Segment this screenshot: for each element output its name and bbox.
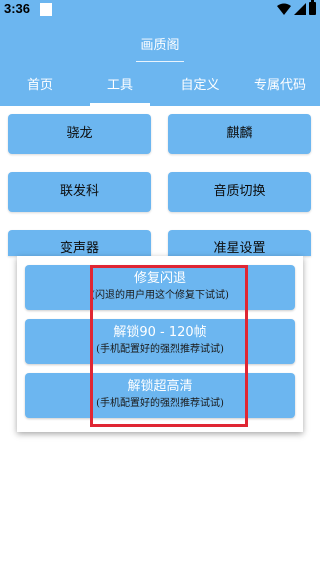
mediatek-button[interactable]: 联发科 xyxy=(8,172,151,212)
unlock-ultra-hd-title: 解锁超高清 xyxy=(127,379,193,394)
status-time: 3:36 xyxy=(4,1,31,16)
app-header: 画质阁 首页 工具 自定义 专属代码 xyxy=(0,20,320,106)
battery-icon xyxy=(309,0,316,15)
tab-exclusive-code[interactable]: 专属代码 xyxy=(240,66,320,106)
status-bar: 3:36 xyxy=(0,0,320,20)
kirin-button[interactable]: 麒麟 xyxy=(168,114,311,154)
fix-crash-title: 修复闪退 xyxy=(133,271,186,286)
voice-changer-button[interactable]: 变声器 xyxy=(8,230,151,256)
tab-home[interactable]: 首页 xyxy=(0,66,80,106)
wifi-icon xyxy=(277,3,291,15)
action-dialog: 修复闪退 (闪退的用户用这个修复下试试) 解锁90 - 120帧 (手机配置好的… xyxy=(17,256,303,432)
signal-icon xyxy=(294,2,306,15)
tab-bar: 首页 工具 自定义 专属代码 xyxy=(0,66,320,106)
app-title: 画质阁 xyxy=(140,38,180,53)
fix-crash-button[interactable]: 修复闪退 (闪退的用户用这个修复下试试) xyxy=(25,265,295,310)
tools-content: 骁龙 麒麟 联发科 音质切换 变声器 准星设置 修复闪退 (闪退的用户用这个修复… xyxy=(0,106,320,568)
unlock-ultra-hd-button[interactable]: 解锁超高清 (手机配置好的强烈推荐试试) xyxy=(25,373,295,418)
title-underline xyxy=(136,61,184,62)
unlock-fps-button[interactable]: 解锁90 - 120帧 (手机配置好的强烈推荐试试) xyxy=(25,319,295,364)
snapdragon-button[interactable]: 骁龙 xyxy=(8,114,151,154)
audio-switch-button[interactable]: 音质切换 xyxy=(168,172,311,212)
crosshair-settings-button[interactable]: 准星设置 xyxy=(168,230,311,256)
tab-tools[interactable]: 工具 xyxy=(80,66,160,106)
unlock-ultra-hd-subtitle: (手机配置好的强烈推荐试试) xyxy=(96,398,224,409)
unlock-fps-title: 解锁90 - 120帧 xyxy=(113,325,207,340)
status-icons xyxy=(277,0,316,15)
tab-custom[interactable]: 自定义 xyxy=(160,66,240,106)
unlock-fps-subtitle: (手机配置好的强烈推荐试试) xyxy=(96,344,224,355)
notification-icon xyxy=(40,3,52,16)
fix-crash-subtitle: (闪退的用户用这个修复下试试) xyxy=(91,290,229,301)
